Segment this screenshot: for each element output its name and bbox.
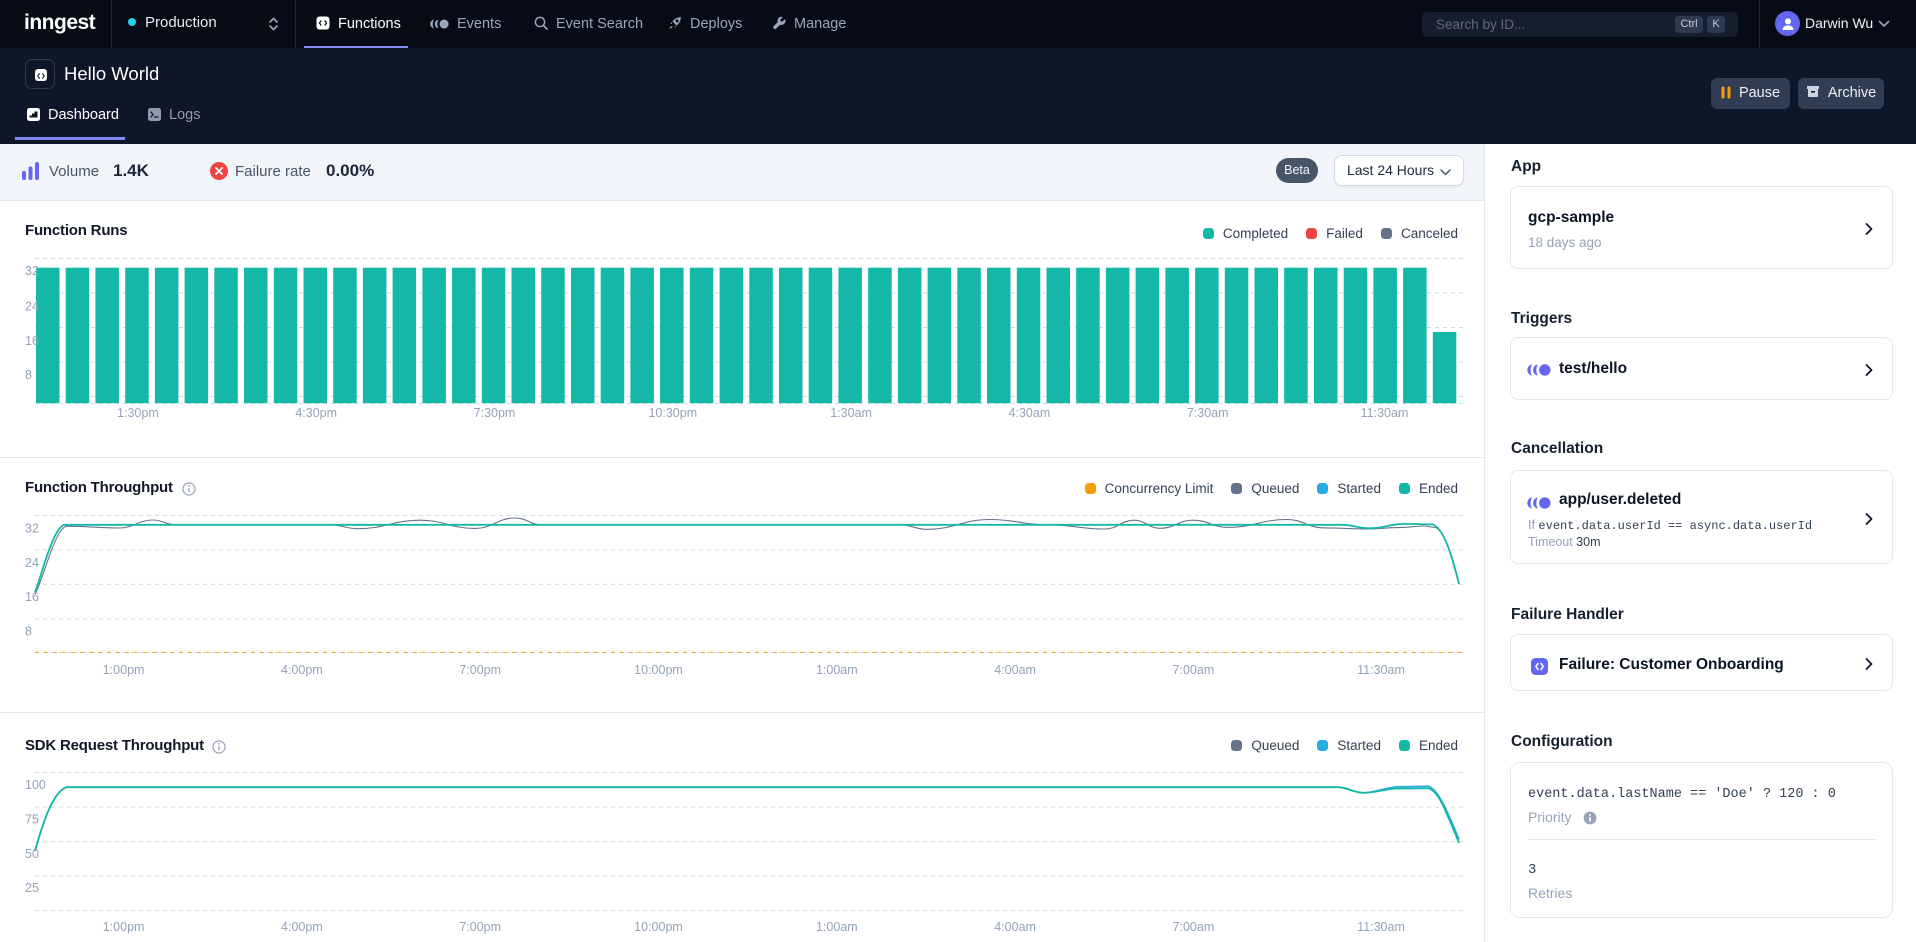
svg-text:24: 24 xyxy=(25,299,39,313)
svg-text:1:00pm: 1:00pm xyxy=(103,663,145,677)
svg-text:16: 16 xyxy=(25,334,39,348)
svg-text:4:00am: 4:00am xyxy=(994,920,1036,934)
svg-text:25: 25 xyxy=(25,881,39,895)
svg-text:1:30pm: 1:30pm xyxy=(117,406,159,420)
svg-text:7:30pm: 7:30pm xyxy=(474,406,516,420)
svg-text:16: 16 xyxy=(25,590,39,604)
svg-text:4:00am: 4:00am xyxy=(994,663,1036,677)
svg-text:11:30am: 11:30am xyxy=(1357,663,1405,677)
svg-text:75: 75 xyxy=(25,812,39,826)
svg-text:1:30am: 1:30am xyxy=(830,406,872,420)
svg-text:4:00pm: 4:00pm xyxy=(281,920,323,934)
svg-text:7:00am: 7:00am xyxy=(1173,663,1215,677)
svg-text:10:30pm: 10:30pm xyxy=(648,406,697,420)
svg-text:24: 24 xyxy=(25,556,39,570)
svg-text:32: 32 xyxy=(25,522,39,536)
svg-text:1:00am: 1:00am xyxy=(816,920,858,934)
svg-text:1:00am: 1:00am xyxy=(816,663,858,677)
svg-text:8: 8 xyxy=(25,368,32,382)
svg-text:7:00am: 7:00am xyxy=(1173,920,1215,934)
svg-text:100: 100 xyxy=(25,778,46,792)
svg-text:7:00pm: 7:00pm xyxy=(459,663,501,677)
svg-text:4:30am: 4:30am xyxy=(1009,406,1051,420)
svg-text:10:00pm: 10:00pm xyxy=(634,920,683,934)
svg-text:7:00pm: 7:00pm xyxy=(459,920,501,934)
svg-text:11:30am: 11:30am xyxy=(1361,406,1409,420)
svg-text:4:30pm: 4:30pm xyxy=(295,406,337,420)
svg-text:32: 32 xyxy=(25,264,39,278)
svg-text:11:30am: 11:30am xyxy=(1357,920,1405,934)
svg-text:7:30am: 7:30am xyxy=(1187,406,1229,420)
svg-text:1:00pm: 1:00pm xyxy=(103,920,145,934)
svg-text:8: 8 xyxy=(25,624,32,638)
svg-text:50: 50 xyxy=(25,847,39,861)
svg-text:4:00pm: 4:00pm xyxy=(281,663,323,677)
svg-text:10:00pm: 10:00pm xyxy=(634,663,683,677)
